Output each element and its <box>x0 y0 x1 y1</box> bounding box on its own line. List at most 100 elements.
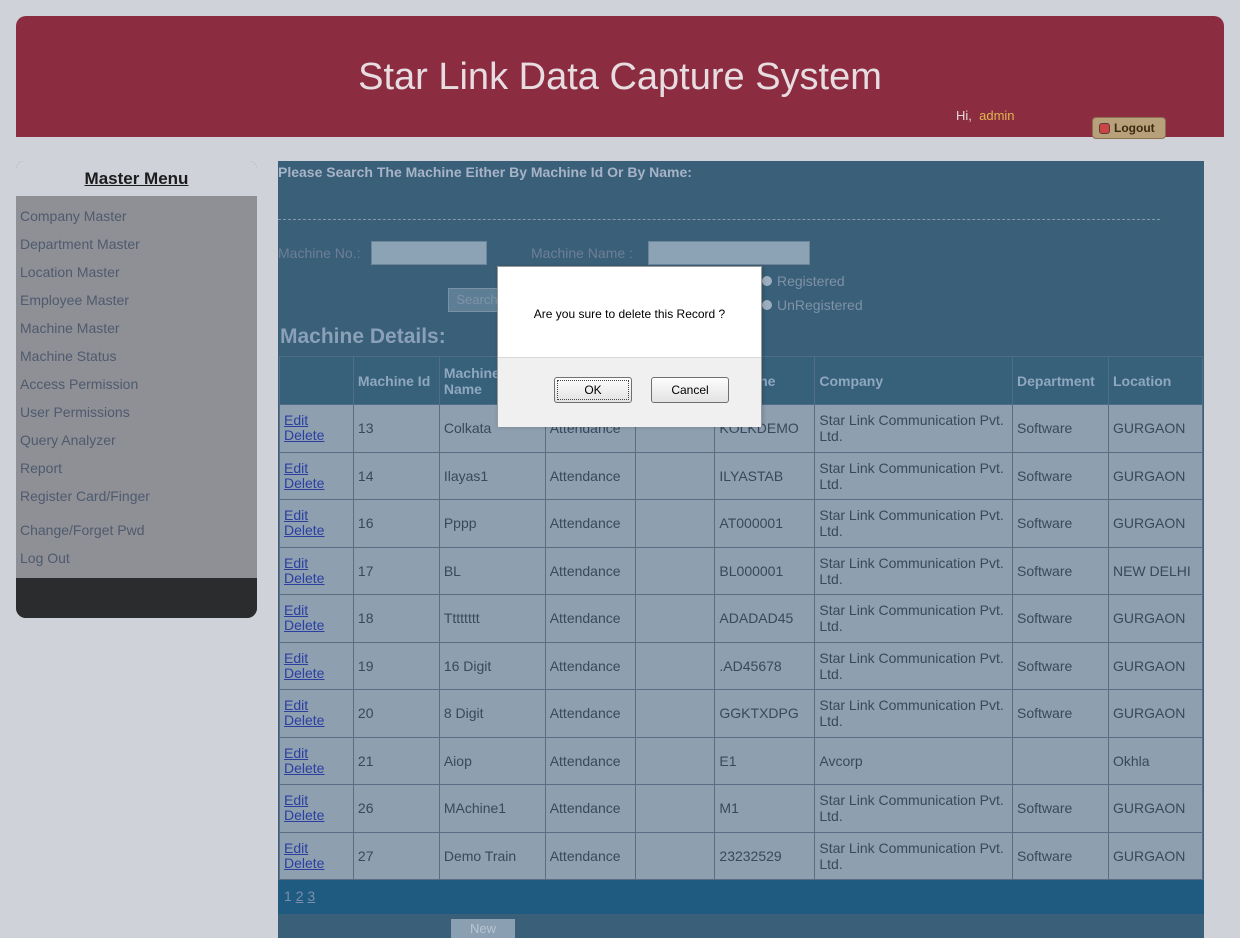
page-link[interactable]: 2 <box>296 888 304 904</box>
company-cell: Star Link Communication Pvt. Ltd. <box>814 784 1014 833</box>
company-cell: Star Link Communication Pvt. Ltd. <box>814 546 1014 595</box>
row-actions: Edit Delete <box>279 451 354 500</box>
column-header: Company <box>814 356 1014 405</box>
edit-link[interactable]: Edit <box>284 555 349 571</box>
cancel-button[interactable]: Cancel <box>651 377 729 403</box>
radio-unregistered[interactable]: UnRegistered <box>762 297 863 313</box>
row-actions: Edit Delete <box>279 404 354 453</box>
new-button[interactable]: New <box>451 919 515 938</box>
column-header: Machine Id <box>352 356 440 405</box>
delete-link[interactable]: Delete <box>284 618 349 633</box>
edit-link[interactable]: Edit <box>284 413 349 428</box>
greeting-label: Hi, <box>956 108 972 123</box>
sidebar-item-access-permission[interactable]: Access Permission <box>16 376 257 404</box>
company-cell: Star Link Communication Pvt. Ltd. <box>814 451 1014 500</box>
edit-link[interactable]: Edit <box>284 793 349 808</box>
table-row: Edit Delete 17 BL Attendance BL000001 Star Lin… <box>279 546 1204 595</box>
logout-button[interactable]: Logout <box>1092 117 1166 139</box>
row-actions: Edit Delete <box>279 499 354 548</box>
radio-icon <box>762 300 772 310</box>
search-instructions: Please Search The Machine Either By Mach… <box>278 164 692 180</box>
pagination-bar: 1 2 3 <box>278 880 1204 914</box>
machine-id-cell: 27 <box>352 831 440 880</box>
location-cell: GURGAON <box>1107 641 1204 690</box>
machine-code-cell: AT000001 <box>714 499 816 548</box>
company-cell: Avcorp <box>814 736 1014 785</box>
app-header: Star Link Data Capture System Hi, admin … <box>16 16 1224 139</box>
edit-link[interactable]: Edit <box>284 460 349 476</box>
delete-link[interactable]: Delete <box>284 665 349 681</box>
machine-name-cell: 8 Digit <box>438 689 546 738</box>
machine-id-cell: 21 <box>352 736 440 785</box>
machine-id-cell: 13 <box>352 404 440 453</box>
sidebar-title: Master Menu <box>16 161 257 196</box>
sidebar-item-register-card-finger[interactable]: Register Card/Finger <box>16 488 257 522</box>
machine-id-cell: 20 <box>352 689 440 738</box>
department-cell: Software <box>1012 831 1109 880</box>
sidebar-item-report[interactable]: Report <box>16 460 257 488</box>
company-cell: Star Link Communication Pvt. Ltd. <box>814 831 1014 880</box>
sidebar-item-department-master[interactable]: Department Master <box>16 236 257 264</box>
edit-link[interactable]: Edit <box>284 603 349 618</box>
delete-link[interactable]: Delete <box>284 808 349 823</box>
machine-no-input[interactable] <box>371 241 487 265</box>
page-link[interactable]: 1 <box>284 888 292 904</box>
sidebar-item-location-master[interactable]: Location Master <box>16 264 257 292</box>
machine-name-cell: Demo Train <box>438 831 546 880</box>
table-row: Edit Delete 27 Demo Train Attendance 23232529… <box>279 831 1204 880</box>
table-row: Edit Delete 19 16 Digit Attendance .AD45678 St… <box>279 641 1204 690</box>
blank-cell <box>634 546 716 595</box>
sidebar-item-machine-master[interactable]: Machine Master <box>16 320 257 348</box>
edit-link[interactable]: Edit <box>284 698 349 713</box>
radio-registered-label: Registered <box>777 273 845 289</box>
delete-link[interactable]: Delete <box>284 428 349 443</box>
radio-registered[interactable]: Registered <box>762 273 845 289</box>
delete-link[interactable]: Delete <box>284 523 349 538</box>
delete-link[interactable]: Delete <box>284 570 349 586</box>
row-actions: Edit Delete <box>279 594 354 643</box>
row-actions: Edit Delete <box>279 546 354 595</box>
divider <box>278 219 1160 220</box>
company-cell: Star Link Communication Pvt. Ltd. <box>814 689 1014 738</box>
delete-link[interactable]: Delete <box>284 475 349 491</box>
user-name: admin <box>979 108 1015 123</box>
edit-link[interactable]: Edit <box>284 840 349 856</box>
page-link[interactable]: 3 <box>307 888 315 904</box>
machine-type-cell: Attendance <box>544 784 636 833</box>
edit-link[interactable]: Edit <box>284 650 349 666</box>
delete-link[interactable]: Delete <box>284 760 349 776</box>
blank-cell <box>634 831 716 880</box>
edit-link[interactable]: Edit <box>284 745 349 761</box>
sidebar-item-user-permissions[interactable]: User Permissions <box>16 404 257 432</box>
machine-name-cell: MAchine1 <box>438 784 546 833</box>
machine-name-cell: 16 Digit <box>438 641 546 690</box>
ok-button[interactable]: OK <box>554 377 632 403</box>
table-row: Edit Delete 14 Ilayas1 Attendance ILYASTAB Sta… <box>279 451 1204 500</box>
department-cell: Software <box>1012 784 1109 833</box>
machine-name-input[interactable] <box>648 241 810 265</box>
department-cell: Software <box>1012 499 1109 548</box>
company-cell: Star Link Communication Pvt. Ltd. <box>814 404 1014 453</box>
location-cell: GURGAON <box>1107 594 1204 643</box>
department-cell: Software <box>1012 689 1109 738</box>
location-cell: Okhla <box>1107 736 1204 785</box>
sidebar-item-change-forget-pwd[interactable]: Change/Forget Pwd <box>16 522 257 550</box>
edit-link[interactable]: Edit <box>284 508 349 523</box>
machine-type-cell: Attendance <box>544 689 636 738</box>
machine-code-cell: GGKTXDPG <box>714 689 816 738</box>
sidebar-item-company-master[interactable]: Company Master <box>16 208 257 236</box>
sidebar-item-machine-status[interactable]: Machine Status <box>16 348 257 376</box>
blank-cell <box>634 641 716 690</box>
sidebar-item-log-out[interactable]: Log Out <box>16 550 257 578</box>
sidebar-item-employee-master[interactable]: Employee Master <box>16 292 257 320</box>
machine-type-cell: Attendance <box>544 831 636 880</box>
machine-name-cell: Tttttttt <box>438 594 546 643</box>
delete-link[interactable]: Delete <box>284 855 349 871</box>
machine-code-cell: ADADAD45 <box>714 594 816 643</box>
blank-cell <box>634 451 716 500</box>
blank-cell <box>634 499 716 548</box>
sidebar-item-query-analyzer[interactable]: Query Analyzer <box>16 432 257 460</box>
row-actions: Edit Delete <box>279 831 354 880</box>
location-cell: NEW DELHI <box>1107 546 1204 595</box>
delete-link[interactable]: Delete <box>284 713 349 728</box>
